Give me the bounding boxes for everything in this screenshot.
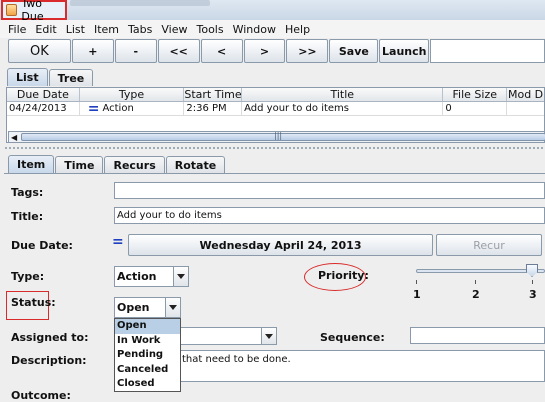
recur-button[interactable]: Recur (436, 234, 542, 256)
type-select[interactable]: Action (114, 266, 189, 287)
cell-due-date: 04/24/2013 (7, 102, 80, 115)
cell-file-size: 0 (443, 102, 508, 115)
window-title-highlight: Two Due (1, 0, 67, 23)
chevron-down-icon[interactable] (165, 298, 180, 317)
status-select[interactable]: Open (114, 297, 181, 318)
menu-file[interactable]: File (8, 23, 26, 36)
background-window-strip (70, 0, 210, 6)
column-title[interactable]: Title (242, 88, 444, 101)
previous-button[interactable]: < (200, 39, 243, 63)
priority-slider-track[interactable] (416, 269, 545, 273)
status-option-closed[interactable]: Closed (115, 377, 180, 392)
detail-tabs: Item Time Recurs Rotate (8, 155, 226, 173)
status-option-pending[interactable]: Pending (115, 348, 180, 363)
tab-tree[interactable]: Tree (48, 69, 94, 86)
list-tabs: List Tree (7, 68, 94, 86)
due-date-button[interactable]: Wednesday April 24, 2013 (128, 234, 433, 256)
description-label: Description: (11, 354, 87, 367)
status-option-in-work[interactable]: In Work (115, 334, 180, 349)
tab-panel-border (4, 173, 545, 174)
cell-type: Action (102, 103, 134, 114)
tags-input[interactable] (114, 182, 545, 199)
status-option-open[interactable]: Open (115, 319, 180, 334)
status-dropdown-list: Open In Work Pending Canceled Closed (114, 318, 181, 392)
ok-button[interactable]: OK (8, 39, 71, 63)
column-file-size[interactable]: File Size (443, 88, 508, 101)
outcome-label: Outcome: (11, 389, 71, 402)
cell-mod-date (507, 102, 544, 115)
slider-tick (532, 280, 533, 284)
table-row[interactable]: 04/24/2013 = Action 2:36 PM Add your to … (7, 102, 544, 116)
priority-tick-1: 1 (413, 288, 421, 301)
toolbar-input[interactable] (430, 39, 545, 63)
chevron-down-icon[interactable] (173, 267, 188, 286)
slider-tick (475, 280, 476, 284)
scrollbar-thumb[interactable]: ||| (21, 131, 545, 141)
priority-slider-thumb[interactable] (526, 264, 538, 277)
split-pane-divider[interactable] (4, 146, 545, 151)
menu-edit[interactable]: Edit (35, 23, 56, 36)
menu-item[interactable]: Item (94, 23, 119, 36)
tab-recurs[interactable]: Recurs (104, 156, 165, 173)
app-icon (6, 4, 18, 16)
menu-window[interactable]: Window (233, 23, 276, 36)
cell-start-time: 2:36 PM (184, 102, 243, 115)
horizontal-scrollbar[interactable]: ◀ ||| (8, 131, 545, 143)
menu-tabs[interactable]: Tabs (128, 23, 152, 36)
due-date-label: Due Date: (11, 239, 73, 252)
tab-list[interactable]: List (7, 68, 48, 86)
priority-tick-3: 3 (529, 288, 537, 301)
tags-label: Tags: (11, 186, 44, 199)
save-button[interactable]: Save (329, 39, 379, 63)
status-select-value: Open (117, 301, 150, 314)
menu-help[interactable]: Help (285, 23, 310, 36)
column-mod-date[interactable]: Mod D (507, 88, 544, 101)
chevron-down-icon[interactable] (261, 328, 276, 344)
menu-view[interactable]: View (161, 23, 187, 36)
next-button[interactable]: > (243, 39, 286, 63)
first-button[interactable]: << (157, 39, 200, 63)
assigned-to-label: Assigned to: (11, 331, 89, 344)
toolbar: OK + - << < > >> Save Launch (8, 39, 545, 63)
menu-list[interactable]: List (66, 23, 85, 36)
scroll-grip: ||| (274, 131, 283, 140)
equals-icon: = (87, 102, 100, 115)
last-button[interactable]: >> (286, 39, 329, 63)
add-button[interactable]: + (71, 39, 114, 63)
tab-rotate[interactable]: Rotate (165, 156, 226, 173)
tab-time[interactable]: Time (55, 156, 104, 173)
column-due-date[interactable]: Due Date (7, 88, 80, 101)
table-header: Due Date Type Start Time Title File Size… (7, 88, 544, 102)
status-option-canceled[interactable]: Canceled (115, 363, 180, 378)
launch-button[interactable]: Launch (379, 39, 430, 63)
type-select-value: Action (117, 270, 157, 283)
sequence-label: Sequence: (320, 331, 385, 344)
description-text: that need to be done. (182, 354, 291, 365)
title-input[interactable]: Add your to do items (114, 207, 545, 224)
remove-button[interactable]: - (114, 39, 157, 63)
type-label: Type: (11, 270, 45, 283)
sequence-input[interactable] (410, 327, 545, 344)
equals-icon: = (112, 234, 124, 250)
title-label: Title: (11, 210, 44, 223)
tab-item[interactable]: Item (8, 155, 55, 173)
priority-tick-2: 2 (472, 288, 480, 301)
menu-bar: File Edit List Item Tabs View Tools Wind… (0, 20, 545, 38)
slider-tick (416, 280, 417, 284)
column-type[interactable]: Type (80, 88, 185, 101)
cell-title: Add your to do items (242, 102, 444, 115)
menu-tools[interactable]: Tools (196, 23, 223, 36)
status-label: Status: (11, 296, 56, 309)
column-start-time[interactable]: Start Time (184, 88, 243, 101)
scroll-left-arrow-icon[interactable]: ◀ (11, 133, 17, 142)
priority-label: Priority: (318, 269, 369, 282)
